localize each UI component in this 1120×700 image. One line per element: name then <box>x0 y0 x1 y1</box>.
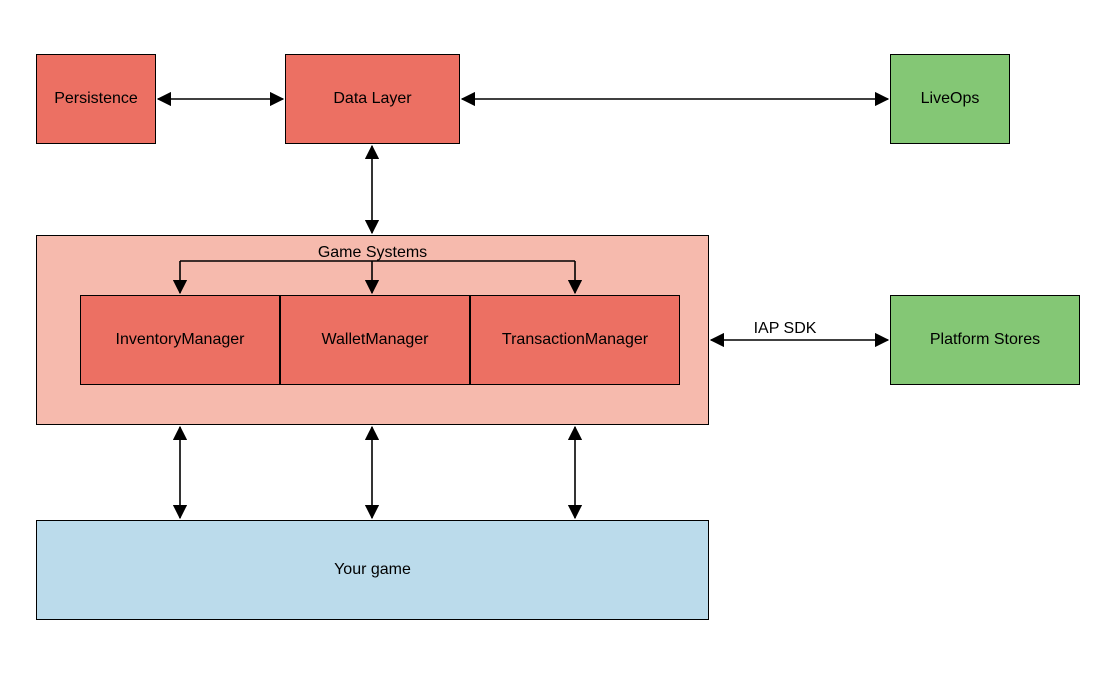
persistence-node: Persistence <box>36 54 156 144</box>
iap-sdk-edge-label: IAP SDK <box>745 320 825 338</box>
your-game-label: Your game <box>334 561 411 579</box>
game-systems-title: Game Systems <box>37 236 708 262</box>
data-layer-label: Data Layer <box>333 90 411 108</box>
transaction-manager-label: TransactionManager <box>502 331 648 349</box>
platform-stores-label: Platform Stores <box>930 331 1040 349</box>
transaction-manager-node: TransactionManager <box>470 295 680 385</box>
wallet-manager-node: WalletManager <box>280 295 470 385</box>
persistence-label: Persistence <box>54 90 138 108</box>
liveops-label: LiveOps <box>921 90 980 108</box>
data-layer-node: Data Layer <box>285 54 460 144</box>
liveops-node: LiveOps <box>890 54 1010 144</box>
platform-stores-node: Platform Stores <box>890 295 1080 385</box>
wallet-manager-label: WalletManager <box>321 331 428 349</box>
inventory-manager-label: InventoryManager <box>116 331 245 349</box>
your-game-node: Your game <box>36 520 709 620</box>
inventory-manager-node: InventoryManager <box>80 295 280 385</box>
